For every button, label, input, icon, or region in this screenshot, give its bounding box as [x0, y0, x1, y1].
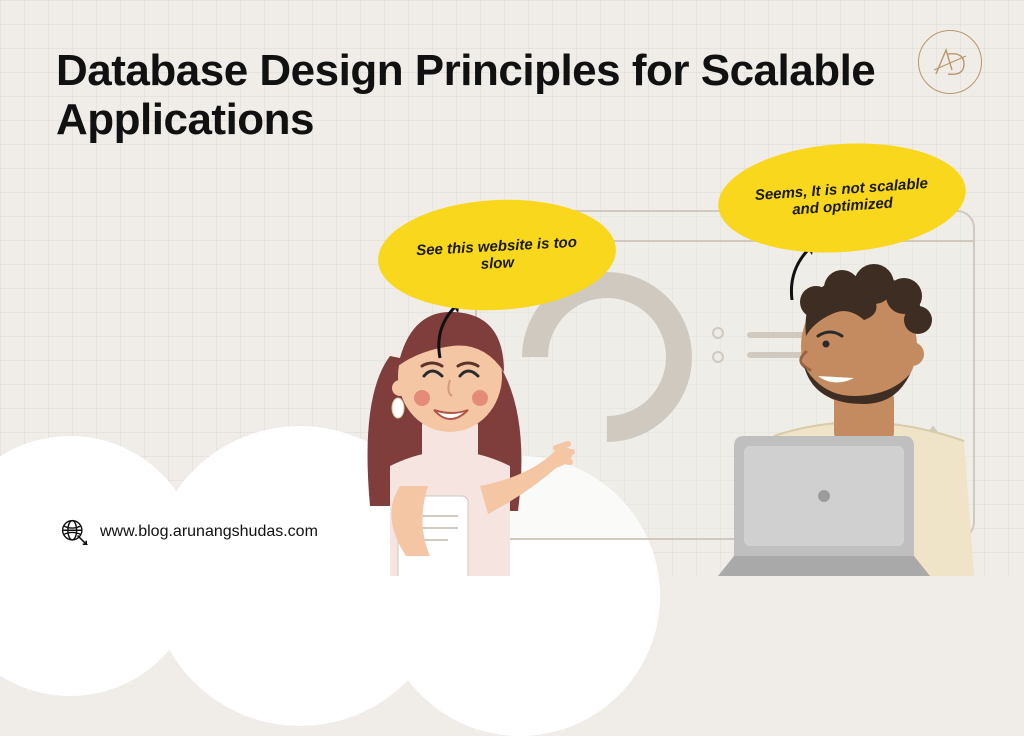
- footer-link[interactable]: www.blog.arunangshudas.com: [60, 518, 318, 546]
- footer-url-text: www.blog.arunangshudas.com: [100, 523, 318, 541]
- speech-text: See this website is too slow: [403, 233, 591, 277]
- logo-monogram-icon: [930, 42, 970, 82]
- logo-badge: [918, 30, 982, 94]
- page-title: Database Design Principles for Scalable …: [56, 46, 876, 145]
- laptop-icon: [714, 436, 934, 576]
- globe-icon: [60, 518, 88, 546]
- speech-text: Seems, It is not scalable and optimized: [743, 174, 941, 222]
